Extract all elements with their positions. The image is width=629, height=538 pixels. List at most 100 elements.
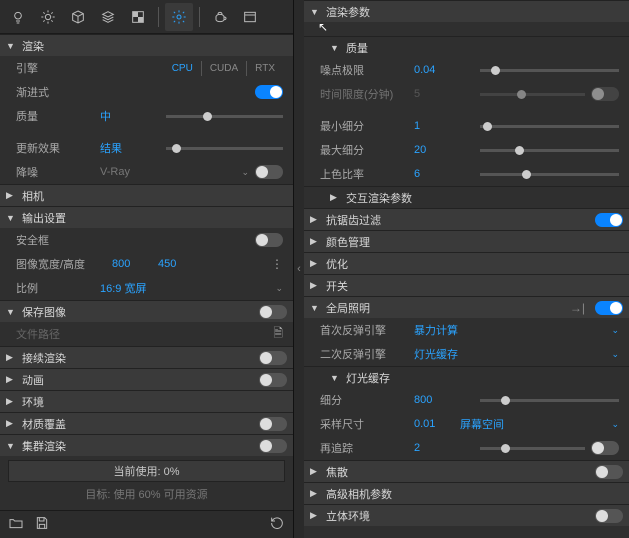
matoverride-toggle[interactable] xyxy=(259,417,287,431)
dim-height[interactable]: 450 xyxy=(158,258,198,270)
window-icon[interactable] xyxy=(236,3,264,31)
filepath-browse-icon[interactable]: 🗎 xyxy=(273,324,283,345)
layers-icon[interactable] xyxy=(94,3,122,31)
gi-secondary-row: 二次反弹引擎 灯光缓存 ⌄ xyxy=(304,342,629,366)
lc-sample-dropdown-icon[interactable]: ⌄ xyxy=(611,419,619,430)
noise-slider[interactable] xyxy=(480,63,619,77)
lc-sample-mode[interactable]: 屏幕空间 xyxy=(460,416,504,432)
aa-toggle[interactable] xyxy=(595,213,623,227)
section-save-label: 保存图像 xyxy=(22,304,253,320)
maxsub-value[interactable]: 20 xyxy=(414,144,474,156)
denoise-value[interactable]: V-Ray xyxy=(100,166,160,178)
section-matoverride[interactable]: ▶材质覆盖 xyxy=(0,412,293,434)
section-matoverride-label: 材质覆盖 xyxy=(22,416,253,432)
panel-collapse-left[interactable]: ‹ xyxy=(294,0,304,538)
cursor-icon: ↖ xyxy=(318,20,328,34)
shade-value[interactable]: 6 xyxy=(414,168,474,180)
caustics-toggle[interactable] xyxy=(595,465,623,479)
gi-primary-row: 首次反弹引擎 暴力计算 ⌄ xyxy=(304,318,629,342)
section-quality-sub[interactable]: ▼质量 xyxy=(304,36,629,58)
section-environment-label: 环境 xyxy=(22,394,287,410)
section-caustics[interactable]: ▶焦散 xyxy=(304,460,629,482)
section-output-label: 输出设置 xyxy=(22,210,287,226)
update-value[interactable]: 结果 xyxy=(100,140,160,156)
update-slider[interactable] xyxy=(166,141,283,155)
teapot-icon[interactable] xyxy=(206,3,234,31)
section-cluster[interactable]: ▼集群渲染 xyxy=(0,434,293,456)
save-icon[interactable] xyxy=(34,515,50,534)
bottom-toolbar xyxy=(0,510,293,538)
gi-secondary-value[interactable]: 灯光缓存 xyxy=(414,346,458,362)
lc-retrace-toggle[interactable] xyxy=(591,441,619,455)
engine-cuda[interactable]: CUDA xyxy=(201,61,246,76)
gi-primary-dropdown-icon[interactable]: ⌄ xyxy=(611,325,619,336)
section-interactive[interactable]: ▶交互渲染参数 xyxy=(304,186,629,208)
safeframe-toggle[interactable] xyxy=(255,233,283,247)
settings-icon[interactable] xyxy=(165,3,193,31)
timelimit-toggle[interactable] xyxy=(591,87,619,101)
section-advcam[interactable]: ▶高级相机参数 xyxy=(304,482,629,504)
section-stereo[interactable]: ▶立体环境 xyxy=(304,504,629,526)
section-aa[interactable]: ▶抗锯齿过滤 xyxy=(304,208,629,230)
section-gi[interactable]: ▼全局照明→| xyxy=(304,296,629,318)
lc-retrace-value[interactable]: 2 xyxy=(414,442,474,454)
checker-icon[interactable] xyxy=(124,3,152,31)
light-icon[interactable] xyxy=(4,3,32,31)
quality-value[interactable]: 中 xyxy=(100,108,160,124)
ratio-dropdown-icon[interactable]: ⌄ xyxy=(275,283,283,294)
noise-value[interactable]: 0.04 xyxy=(414,64,474,76)
section-optimize[interactable]: ▶优化 xyxy=(304,252,629,274)
section-save[interactable]: ▼保存图像 xyxy=(0,300,293,322)
gi-primary-value[interactable]: 暴力计算 xyxy=(414,322,458,338)
denoise-toggle[interactable] xyxy=(255,165,283,179)
section-gi-label: 全局照明 xyxy=(326,300,564,316)
lc-subdiv-label: 细分 xyxy=(320,392,408,408)
section-caustics-label: 焦散 xyxy=(326,464,589,480)
cluster-toggle[interactable] xyxy=(259,439,287,453)
timelimit-value: 5 xyxy=(414,88,474,100)
animation-toggle[interactable] xyxy=(259,373,287,387)
progressive-toggle[interactable] xyxy=(255,85,283,99)
lc-subdiv-slider[interactable] xyxy=(480,393,619,407)
stereo-toggle[interactable] xyxy=(595,509,623,523)
section-lightcache[interactable]: ▼灯光缓存 xyxy=(304,366,629,388)
section-render[interactable]: ▼渲染 xyxy=(0,34,293,56)
shade-slider[interactable] xyxy=(480,167,619,181)
section-continuous[interactable]: ▶接续渲染 xyxy=(0,346,293,368)
section-environment[interactable]: ▶环境 xyxy=(0,390,293,412)
section-switches[interactable]: ▶开关 xyxy=(304,274,629,296)
gi-secondary-dropdown-icon[interactable]: ⌄ xyxy=(611,349,619,360)
minsub-slider[interactable] xyxy=(480,119,619,133)
cube-icon[interactable] xyxy=(64,3,92,31)
gi-toggle[interactable] xyxy=(595,301,623,315)
reset-icon[interactable] xyxy=(269,515,285,534)
folder-open-icon[interactable] xyxy=(8,515,24,534)
section-aa-label: 抗锯齿过滤 xyxy=(326,212,589,228)
section-camera[interactable]: ▶相机 xyxy=(0,184,293,206)
filepath-row: 文件路径 🗎 xyxy=(0,322,293,346)
lc-subdiv-value[interactable]: 800 xyxy=(414,394,474,406)
lc-retrace-slider[interactable] xyxy=(480,441,585,455)
denoise-row: 降噪 V-Ray ⌄ xyxy=(0,160,293,184)
section-optimize-label: 优化 xyxy=(326,256,623,272)
section-output[interactable]: ▼输出设置 xyxy=(0,206,293,228)
lc-sample-value[interactable]: 0.01 xyxy=(414,418,454,430)
link-dims-icon[interactable]: ⋮ xyxy=(271,257,283,271)
gi-expand-icon[interactable]: →| xyxy=(570,301,585,315)
sun-icon[interactable] xyxy=(34,3,62,31)
quality-label: 质量 xyxy=(16,108,94,124)
denoise-dropdown-icon[interactable]: ⌄ xyxy=(241,167,249,178)
quality-slider[interactable] xyxy=(166,109,283,123)
section-colormgmt[interactable]: ▶颜色管理 xyxy=(304,230,629,252)
section-switches-label: 开关 xyxy=(326,278,623,294)
ratio-value[interactable]: 16:9 宽屏 xyxy=(100,280,146,296)
save-toggle[interactable] xyxy=(259,305,287,319)
engine-rtx[interactable]: RTX xyxy=(246,61,283,76)
section-animation[interactable]: ▶动画 xyxy=(0,368,293,390)
continuous-toggle[interactable] xyxy=(259,351,287,365)
dim-width[interactable]: 800 xyxy=(112,258,152,270)
maxsub-slider[interactable] xyxy=(480,143,619,157)
engine-cpu[interactable]: CPU xyxy=(164,61,201,76)
section-renderparams[interactable]: ▼渲染参数 xyxy=(304,0,629,22)
minsub-value[interactable]: 1 xyxy=(414,120,474,132)
